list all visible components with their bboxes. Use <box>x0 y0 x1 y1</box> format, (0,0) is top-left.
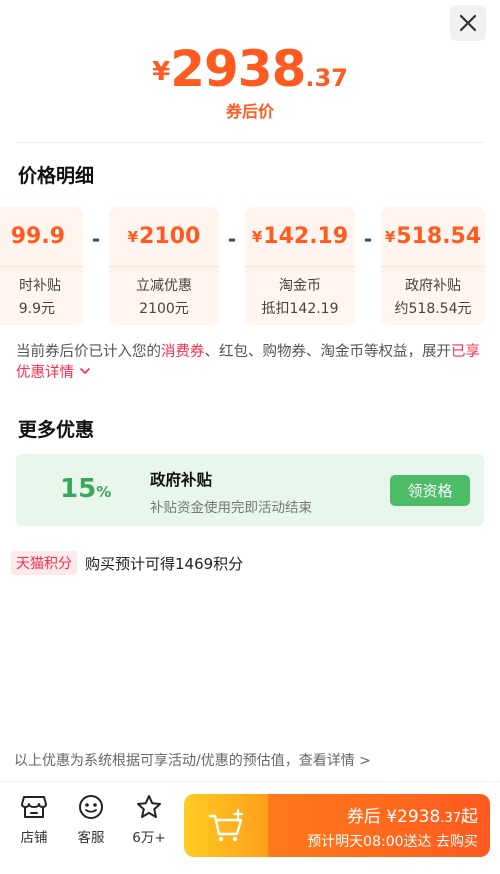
star-icon <box>137 795 161 818</box>
price-currency: ¥ <box>152 57 171 87</box>
breakdown-card-coins: ¥142.19 淘金币 抵扣142.19 <box>245 207 355 325</box>
chevron-down-icon <box>79 368 90 375</box>
claim-qualification-button[interactable]: 领资格 <box>390 475 470 506</box>
add-to-cart-button[interactable] <box>184 794 268 857</box>
price-integer: 2938 <box>170 40 306 98</box>
final-price: ¥2938.37 <box>0 40 500 98</box>
offer-description: 补贴资金使用完即活动结束 <box>150 500 312 516</box>
price-caption: 券后价 <box>225 102 274 121</box>
minus-operator: - <box>363 227 373 251</box>
price-breakdown[interactable]: 99.9 时补贴 9.9元 - ¥2100 立减优惠 2100元 - ¥142.… <box>0 207 500 325</box>
subsidy-percent: 15% <box>60 474 112 504</box>
breakdown-title: 价格明细 <box>18 165 95 187</box>
points-info: 天猫积分 购买预计可得1469积分 <box>11 551 243 575</box>
price-decimal: .37 <box>305 64 348 92</box>
offer-title: 政府补贴 <box>150 471 213 489</box>
coupon-note: 当前券后价已计入您的消费券、红包、购物券、淘金币等权益，展开已享优惠详情 <box>16 344 480 381</box>
points-text: 购买预计可得1469积分 <box>85 554 244 573</box>
more-offers-title: 更多优惠 <box>18 419 95 441</box>
minus-operator: - <box>91 227 101 251</box>
disclaimer-link[interactable]: 以上优惠为系统根据可享活动/优惠的预估值，查看详情 > <box>14 750 371 770</box>
favorite-button[interactable]: 6万+ <box>124 794 174 846</box>
store-button[interactable]: 店铺 <box>9 794 59 846</box>
breakdown-card-discount: ¥2100 立减优惠 2100元 <box>109 207 219 325</box>
buy-button[interactable]: 券后 ¥2938.37起 预计明天08:00送达 去购买 <box>184 794 490 857</box>
gov-subsidy-offer: 15% 政府补贴 补贴资金使用完即活动结束 领资格 <box>16 454 484 526</box>
breakdown-card-gov-subsidy: ¥518.54 政府补贴 约518.54元 <box>381 207 485 325</box>
close-icon <box>459 14 477 32</box>
tmall-points-badge: 天猫积分 <box>11 551 77 575</box>
customer-service-button[interactable]: 客服 <box>66 794 116 846</box>
divider <box>16 142 484 143</box>
minus-operator: - <box>227 227 237 251</box>
customer-service-icon <box>79 795 103 819</box>
cart-plus-icon <box>208 808 244 841</box>
breakdown-card-subsidy: 99.9 时补贴 9.9元 <box>0 207 83 325</box>
store-icon <box>21 796 47 818</box>
close-button[interactable] <box>450 5 486 41</box>
purchase-button[interactable]: 券后 ¥2938.37起 预计明天08:00送达 去购买 <box>268 794 490 857</box>
bottom-action-bar: 店铺 客服 6万+ 券后 ¥2938.37起 预计明天08:00送达 去购买 <box>0 781 500 874</box>
